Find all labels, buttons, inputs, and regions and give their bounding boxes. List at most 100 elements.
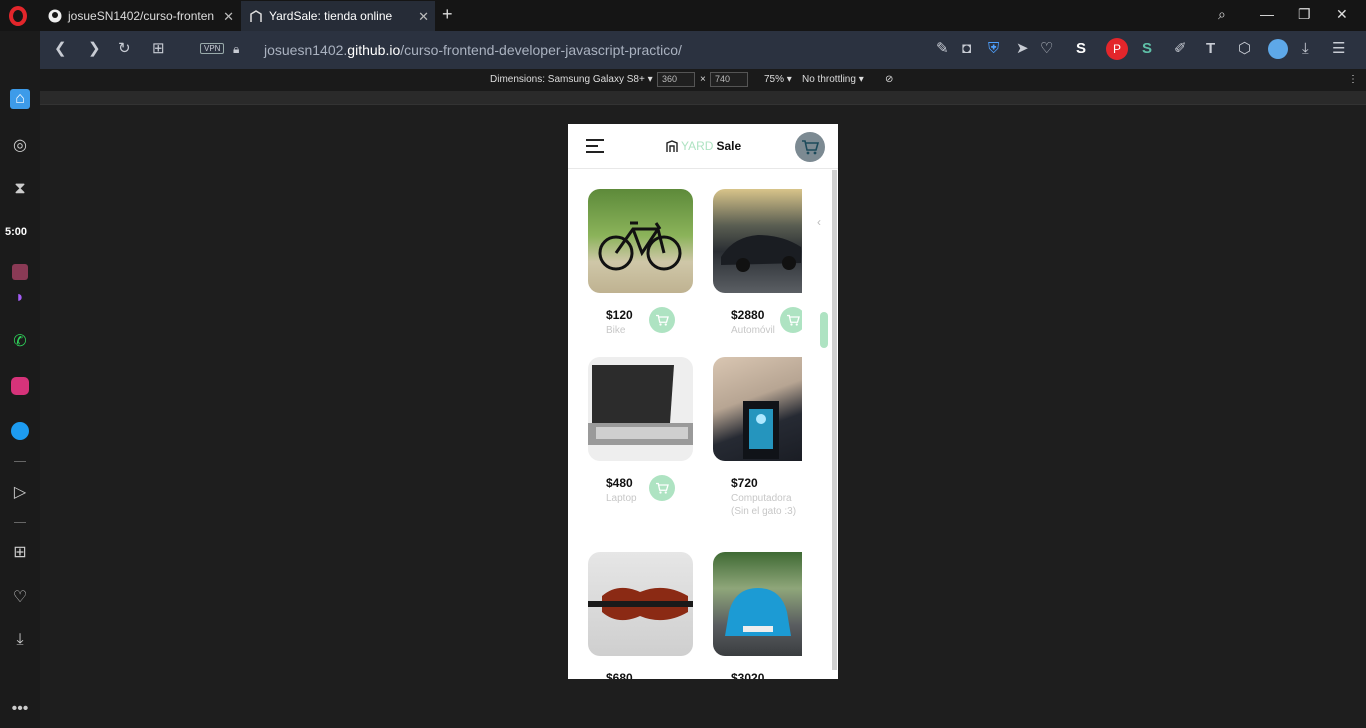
restore-icon[interactable]: ❐ bbox=[1298, 6, 1311, 23]
product-name: Laptop bbox=[606, 493, 637, 504]
minimize-icon[interactable]: — bbox=[1260, 6, 1274, 22]
product-card[interactable]: $120 Bike bbox=[588, 189, 698, 336]
messenger-icon[interactable]: ◗ bbox=[10, 288, 30, 308]
app-icon[interactable] bbox=[10, 262, 30, 282]
product-price: $120 bbox=[606, 308, 633, 322]
more-options-icon[interactable]: ⋮ bbox=[1348, 74, 1358, 85]
tab-title: YardSale: tienda online bbox=[269, 9, 393, 23]
download-icon[interactable]: ⤓ bbox=[1302, 41, 1309, 57]
heart-icon[interactable]: ♡ bbox=[10, 587, 30, 607]
add-to-cart-icon bbox=[656, 482, 669, 494]
extension-s-green-icon[interactable]: S bbox=[1142, 41, 1152, 57]
download-icon[interactable]: ⤓ bbox=[10, 630, 30, 650]
product-image-bike[interactable] bbox=[588, 189, 693, 293]
github-icon bbox=[48, 9, 62, 23]
add-to-cart-button[interactable] bbox=[780, 307, 802, 333]
chevron-left-icon[interactable]: ‹ bbox=[817, 215, 821, 229]
home-icon[interactable]: ⌂ bbox=[10, 89, 30, 109]
url-field[interactable]: josuesn1402.github.io/curso-frontend-dev… bbox=[264, 42, 682, 58]
throttling-select[interactable]: No throttling ▾ bbox=[802, 74, 864, 85]
search-icon[interactable]: ⌕ bbox=[1218, 6, 1226, 23]
product-price: $680 bbox=[606, 671, 633, 679]
width-input[interactable]: 360 bbox=[657, 72, 695, 87]
lock-icon[interactable]: 🔒︎ bbox=[233, 41, 239, 57]
product-image-computer[interactable] bbox=[713, 357, 802, 461]
shopping-cart-button[interactable] bbox=[795, 132, 825, 162]
back-icon[interactable]: ❮ bbox=[54, 41, 67, 57]
product-card[interactable]: $3020 bbox=[713, 552, 802, 679]
product-card[interactable]: $480 Laptop bbox=[588, 357, 698, 504]
product-price: $480 bbox=[606, 476, 633, 490]
product-image-car[interactable] bbox=[713, 189, 802, 293]
tab-yardsale[interactable]: YardSale: tienda online ✕ bbox=[241, 1, 435, 31]
pinterest-icon[interactable]: P bbox=[1106, 38, 1128, 60]
address-toolbar: ❮ ❯ ↻ ⊞ VPN 🔒︎ josuesn1402.github.io/cur… bbox=[40, 31, 1366, 69]
text-icon[interactable]: T bbox=[1206, 41, 1215, 57]
more-icon[interactable]: ••• bbox=[10, 699, 30, 719]
floating-add-tab[interactable] bbox=[820, 312, 828, 348]
compass-icon[interactable]: ◎ bbox=[10, 135, 30, 155]
add-to-cart-icon bbox=[656, 314, 669, 326]
shield-icon[interactable]: ⛨ bbox=[988, 41, 999, 57]
close-tab-icon[interactable]: ✕ bbox=[223, 9, 234, 25]
tab-github[interactable]: josueSN1402/curso-fronten ✕ bbox=[40, 1, 240, 31]
product-price: $2880 bbox=[731, 308, 765, 322]
phone-viewport: YARD Sale $120 Bike $2880 Automóvil $480… bbox=[568, 124, 838, 679]
app-header: YARD Sale bbox=[568, 124, 838, 169]
product-name: Computadora (Sin el gato :3) bbox=[731, 493, 797, 517]
camera-icon[interactable]: ◘ bbox=[962, 41, 971, 57]
device-toolbar: Dimensions: Samsung Galaxy S8+ ▾ 360 × 7… bbox=[40, 69, 1366, 91]
close-window-icon[interactable]: ✕ bbox=[1336, 6, 1348, 23]
cube-icon[interactable]: ⬡ bbox=[1238, 41, 1251, 57]
opera-logo-icon[interactable] bbox=[9, 6, 27, 26]
height-input[interactable]: 740 bbox=[710, 72, 748, 87]
vpn-badge[interactable]: VPN bbox=[200, 43, 225, 54]
extension-s-icon[interactable]: S bbox=[1076, 41, 1086, 57]
product-price: $3020 bbox=[731, 671, 765, 679]
player-icon[interactable]: ▷ bbox=[10, 482, 30, 502]
yardsale-favicon-icon bbox=[249, 9, 263, 23]
sidebar-clock: 5:00 bbox=[5, 226, 28, 238]
hourglass-icon[interactable]: ⧗ bbox=[10, 179, 30, 199]
rotate-icon[interactable]: ⊘ bbox=[885, 74, 893, 85]
product-image-laptop[interactable] bbox=[588, 357, 693, 461]
new-tab-button[interactable]: + bbox=[442, 4, 453, 25]
forward-icon[interactable]: ❯ bbox=[88, 41, 101, 57]
tabs-grid-icon[interactable]: ⊞ bbox=[152, 41, 165, 57]
scrollbar[interactable] bbox=[832, 170, 837, 670]
edit-icon[interactable]: ✎ bbox=[936, 41, 949, 57]
dimension-times: × bbox=[700, 74, 706, 85]
whatsapp-icon[interactable]: ✆ bbox=[10, 331, 30, 351]
add-to-cart-button[interactable] bbox=[649, 307, 675, 333]
product-grid: $120 Bike $2880 Automóvil $480 Laptop $7… bbox=[588, 189, 802, 679]
easy-setup-icon[interactable]: ☰ bbox=[1332, 41, 1345, 57]
sidebar-divider bbox=[14, 522, 26, 523]
add-to-cart-button[interactable] bbox=[649, 475, 675, 501]
tab-strip: josueSN1402/curso-fronten ✕ YardSale: ti… bbox=[0, 0, 1366, 31]
media-query-ruler bbox=[40, 91, 1366, 105]
add-to-cart-icon bbox=[787, 314, 800, 326]
opera-sidebar: ⌂ ◎ ⧗ 5:00 ◗ ✆ ▷ ⊞ ♡ ⤓ ••• bbox=[0, 31, 40, 728]
menu-icon[interactable] bbox=[586, 139, 604, 157]
brand-sale: Sale bbox=[716, 139, 742, 153]
profile-avatar-icon[interactable] bbox=[1268, 39, 1288, 59]
instagram-icon[interactable] bbox=[10, 376, 30, 396]
product-card[interactable]: $2880 Automóvil bbox=[713, 189, 802, 336]
product-image-blue-car[interactable] bbox=[713, 552, 802, 656]
sidebar-divider bbox=[14, 461, 26, 462]
product-card[interactable]: $680 bbox=[588, 552, 698, 679]
close-tab-icon[interactable]: ✕ bbox=[418, 9, 429, 25]
reload-icon[interactable]: ↻ bbox=[118, 41, 131, 57]
device-select[interactable]: Dimensions: Samsung Galaxy S8+ ▾ bbox=[490, 74, 653, 85]
send-icon[interactable]: ➤ bbox=[1016, 41, 1029, 57]
pen-icon[interactable]: ✐ bbox=[1174, 41, 1187, 57]
zoom-select[interactable]: 75% ▾ bbox=[764, 74, 792, 85]
twitter-icon[interactable] bbox=[10, 421, 30, 441]
tab-title: josueSN1402/curso-fronten bbox=[68, 9, 215, 23]
heart-icon[interactable]: ♡ bbox=[1040, 41, 1053, 57]
cart-icon bbox=[802, 140, 819, 155]
grid-icon[interactable]: ⊞ bbox=[10, 542, 30, 562]
product-card[interactable]: $720 Computadora (Sin el gato :3) bbox=[713, 357, 802, 517]
brand-logo[interactable]: YARD Sale bbox=[666, 139, 741, 153]
product-image-violin[interactable] bbox=[588, 552, 693, 656]
